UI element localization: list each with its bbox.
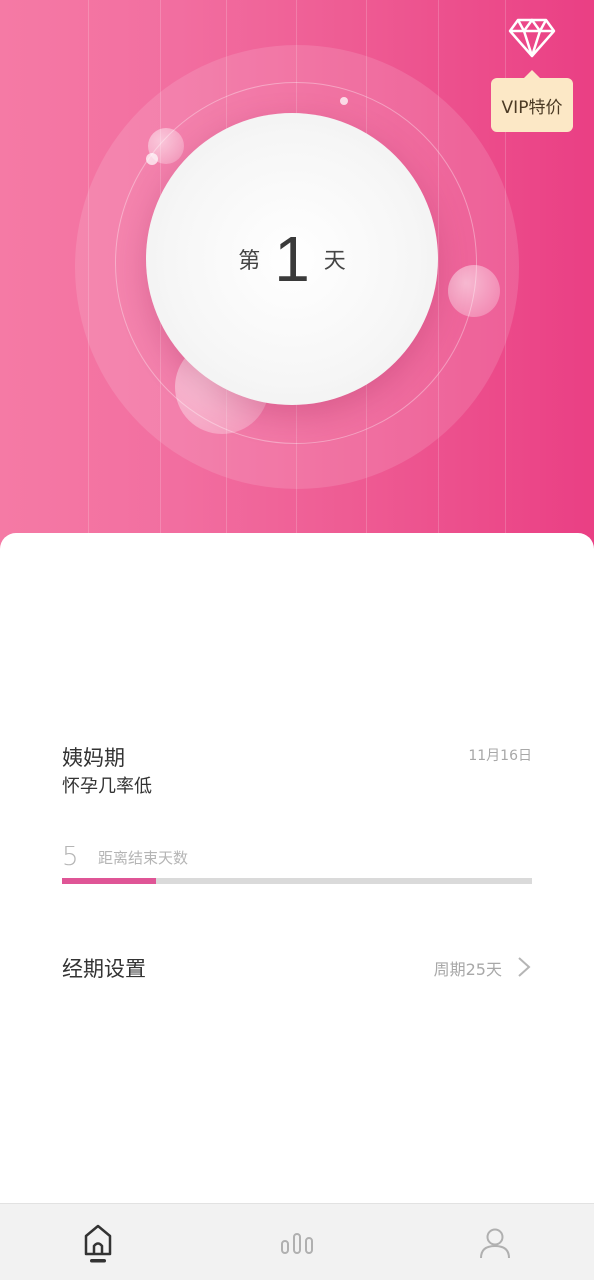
day-counter: 第 1 天 <box>238 227 346 291</box>
phase-title: 姨妈期 <box>62 746 125 770</box>
decor-bubble <box>448 265 500 317</box>
days-remaining-number: 5 <box>62 842 79 872</box>
days-remaining-label: 距离结束天数 <box>98 849 189 867</box>
period-settings-row[interactable]: 经期设置 周期25天 <box>62 945 532 989</box>
diamond-icon[interactable] <box>508 16 556 60</box>
user-icon <box>480 1228 510 1258</box>
home-icon <box>84 1224 112 1262</box>
hero-header: 第 1 天 VIP特价 <box>0 0 594 560</box>
phase-subtitle: 怀孕几率低 <box>62 776 152 797</box>
nav-profile[interactable] <box>435 1204 555 1280</box>
nav-home[interactable] <box>38 1204 158 1280</box>
decor-bubble <box>146 153 158 165</box>
chevron-right-icon <box>518 957 531 977</box>
vip-offer-button[interactable]: VIP特价 <box>491 70 573 132</box>
cycle-length-value: 周期25天 <box>433 960 502 979</box>
period-progress-fill <box>62 878 156 884</box>
day-suffix: 天 <box>323 249 346 274</box>
day-circle[interactable]: 第 1 天 <box>146 113 438 405</box>
phase-date: 11月16日 <box>468 748 532 764</box>
day-number: 1 <box>274 223 310 295</box>
nav-stats[interactable] <box>237 1204 357 1280</box>
decor-bubble <box>340 97 348 105</box>
period-progress-bar <box>62 878 532 884</box>
period-settings-label: 经期设置 <box>62 957 146 981</box>
day-prefix: 第 <box>238 249 261 274</box>
info-card <box>0 533 594 1203</box>
bottom-nav <box>0 1203 594 1280</box>
bar-chart-icon <box>281 1232 313 1254</box>
